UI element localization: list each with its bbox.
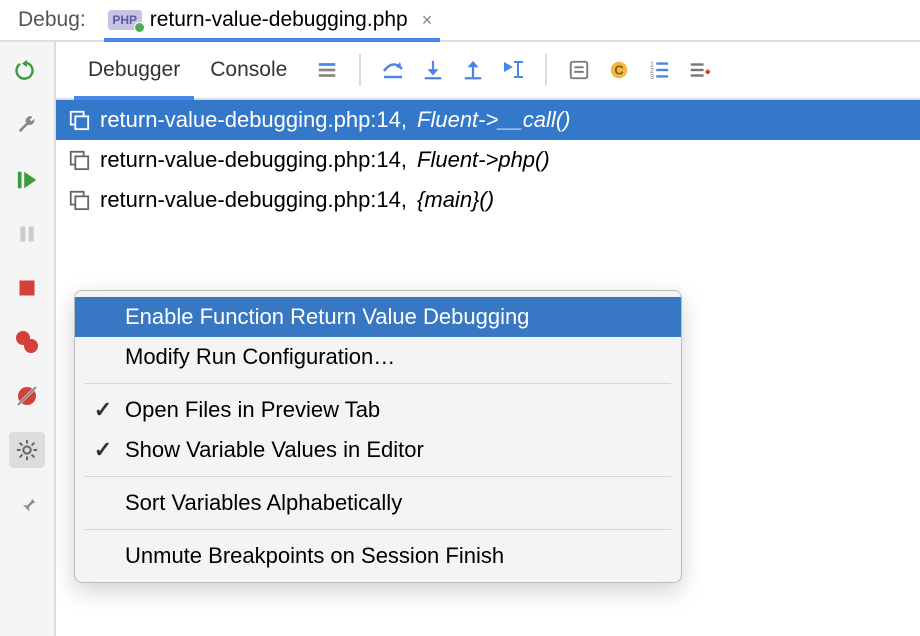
menu-item-label: Show Variable Values in Editor bbox=[125, 437, 663, 463]
menu-show-variable-values[interactable]: ✓ Show Variable Values in Editor bbox=[75, 430, 681, 470]
menu-unmute-breakpoints-finish[interactable]: Unmute Breakpoints on Session Finish bbox=[75, 536, 681, 576]
view-breakpoints-button[interactable] bbox=[9, 324, 45, 360]
mute-breakpoints-icon bbox=[15, 384, 39, 408]
evaluate-icon bbox=[568, 59, 590, 81]
frame-function: Fluent->__call() bbox=[417, 107, 570, 133]
rerun-button[interactable] bbox=[9, 54, 45, 90]
check-icon: ✓ bbox=[89, 437, 117, 463]
tab-console-label: Console bbox=[210, 58, 287, 82]
menu-item-label: Open Files in Preview Tab bbox=[125, 397, 663, 423]
more-icon bbox=[688, 59, 710, 81]
menu-separator bbox=[85, 529, 671, 530]
list-icon: 1 2 3 bbox=[648, 59, 670, 81]
step-into-icon bbox=[422, 59, 444, 81]
menu-item-label: Sort Variables Alphabetically bbox=[125, 490, 663, 516]
threads-button[interactable] bbox=[309, 52, 345, 88]
stack-frame[interactable]: return-value-debugging.php:14, Fluent->p… bbox=[56, 140, 920, 180]
step-over-button[interactable] bbox=[375, 52, 411, 88]
resume-icon bbox=[16, 169, 38, 191]
menu-separator bbox=[85, 476, 671, 477]
menu-enable-return-value-debugging[interactable]: Enable Function Return Value Debugging bbox=[74, 297, 682, 337]
frame-file: return-value-debugging.php:14, bbox=[100, 147, 407, 173]
stack-frame[interactable]: return-value-debugging.php:14, Fluent->_… bbox=[56, 100, 920, 140]
run-to-cursor-button[interactable] bbox=[495, 52, 531, 88]
context-menu: Enable Function Return Value Debugging M… bbox=[74, 290, 682, 583]
evaluate-button[interactable] bbox=[561, 52, 597, 88]
resume-button[interactable] bbox=[9, 162, 45, 198]
settings-gear-icon bbox=[16, 439, 38, 461]
step-out-icon bbox=[462, 59, 484, 81]
close-icon[interactable]: × bbox=[422, 10, 433, 31]
frame-file: return-value-debugging.php:14, bbox=[100, 187, 407, 213]
menu-open-files-preview-tab[interactable]: ✓ Open Files in Preview Tab bbox=[75, 390, 681, 430]
pause-button[interactable] bbox=[9, 216, 45, 252]
frame-function: Fluent->php() bbox=[417, 147, 550, 173]
mute-breakpoints-button[interactable] bbox=[9, 378, 45, 414]
run-to-cursor-icon bbox=[501, 59, 525, 81]
step-out-button[interactable] bbox=[455, 52, 491, 88]
file-tab[interactable]: PHP return-value-debugging.php × bbox=[104, 0, 439, 40]
breakpoint-icon bbox=[15, 330, 39, 354]
svg-text:C: C bbox=[615, 63, 624, 78]
tab-debugger[interactable]: Debugger bbox=[74, 42, 194, 98]
threads-icon bbox=[316, 59, 338, 81]
toolbar-separator bbox=[545, 54, 547, 86]
menu-item-label: Enable Function Return Value Debugging bbox=[125, 304, 663, 330]
rerun-icon bbox=[15, 60, 39, 84]
file-tab-name: return-value-debugging.php bbox=[150, 8, 408, 32]
step-into-button[interactable] bbox=[415, 52, 451, 88]
step-over-icon bbox=[381, 59, 405, 81]
menu-item-label: Unmute Breakpoints on Session Finish bbox=[125, 543, 663, 569]
list-button[interactable]: 1 2 3 bbox=[641, 52, 677, 88]
trace-icon: C bbox=[608, 59, 630, 81]
php-file-icon: PHP bbox=[108, 10, 142, 30]
wrench-button[interactable] bbox=[9, 108, 45, 144]
debug-toolbar: C 1 2 3 bbox=[309, 52, 717, 88]
wrench-icon bbox=[16, 115, 38, 137]
svg-text:3: 3 bbox=[650, 72, 654, 81]
debug-header: Debug: PHP return-value-debugging.php × bbox=[0, 0, 920, 42]
pause-icon bbox=[17, 224, 37, 244]
pin-button[interactable] bbox=[9, 486, 45, 522]
trace-button[interactable]: C bbox=[601, 52, 637, 88]
toolbar-separator bbox=[359, 54, 361, 86]
pin-icon bbox=[17, 494, 37, 514]
debug-gutter bbox=[0, 42, 56, 636]
stop-button[interactable] bbox=[9, 270, 45, 306]
frame-function: {main}() bbox=[417, 187, 494, 213]
stop-icon bbox=[17, 278, 37, 298]
content-panel: Debugger Console bbox=[56, 42, 920, 636]
check-icon: ✓ bbox=[89, 397, 117, 423]
tab-debugger-label: Debugger bbox=[88, 58, 180, 82]
menu-item-label: Modify Run Configuration… bbox=[125, 344, 663, 370]
layout-settings-button[interactable] bbox=[681, 52, 717, 88]
tab-console[interactable]: Console bbox=[196, 42, 301, 98]
menu-modify-run-configuration[interactable]: Modify Run Configuration… bbox=[75, 337, 681, 377]
main-area: Debugger Console bbox=[0, 42, 920, 636]
stack-frame-icon bbox=[68, 149, 90, 171]
menu-sort-variables-alphabetically[interactable]: Sort Variables Alphabetically bbox=[75, 483, 681, 523]
menu-separator bbox=[85, 383, 671, 384]
debugger-tab-row: Debugger Console bbox=[56, 42, 920, 100]
debugger-settings-button[interactable] bbox=[9, 432, 45, 468]
stack-frame-icon bbox=[68, 189, 90, 211]
debug-label: Debug: bbox=[18, 8, 86, 32]
frame-file: return-value-debugging.php:14, bbox=[100, 107, 407, 133]
stack-frame[interactable]: return-value-debugging.php:14, {main}() bbox=[56, 180, 920, 220]
stack-frame-icon bbox=[68, 109, 90, 131]
